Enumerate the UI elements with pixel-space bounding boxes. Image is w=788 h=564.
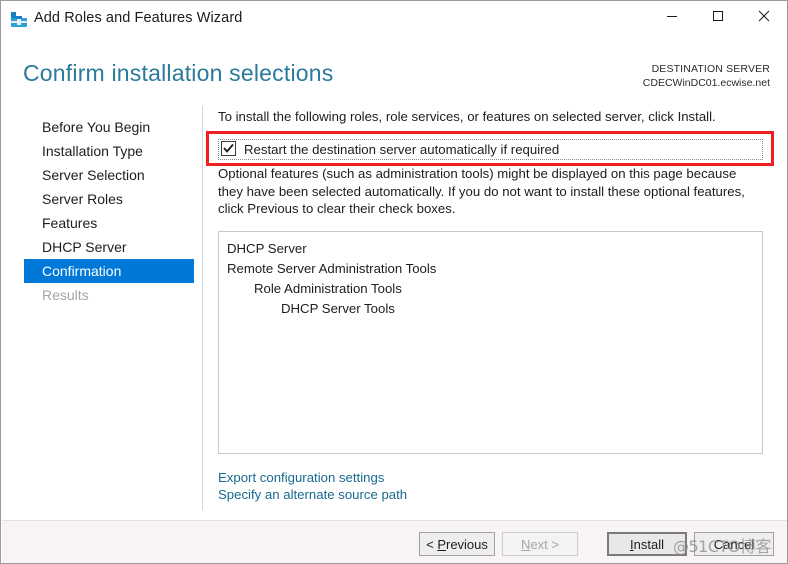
sidebar-item-before-you-begin[interactable]: Before You Begin — [24, 115, 194, 139]
restart-checkbox-row[interactable]: Restart the destination server automatic… — [218, 139, 763, 161]
checkmark-icon — [223, 143, 234, 153]
cancel-button[interactable]: Cancel — [694, 532, 774, 556]
selection-list[interactable]: DHCP Server Remote Server Administration… — [218, 231, 763, 454]
list-item: Remote Server Administration Tools — [227, 261, 437, 276]
wizard-body: Before You Begin Installation Type Serve… — [2, 101, 787, 520]
destination-server-label: DESTINATION SERVER — [651, 63, 770, 75]
destination-server-value: CDECWinDC01.ecwise.net — [642, 77, 770, 89]
optional-features-note: Optional features (such as administratio… — [218, 166, 745, 216]
close-button[interactable] — [741, 1, 787, 31]
wizard-footer: < Previous Next > Install Cancel — [2, 520, 787, 563]
sidebar-item-confirmation[interactable]: Confirmation — [24, 259, 194, 283]
previous-button[interactable]: < Previous — [419, 532, 495, 556]
minimize-icon — [667, 16, 677, 17]
wizard-navigation: Before You Begin Installation Type Serve… — [2, 101, 202, 520]
sidebar-item-results: Results — [42, 287, 89, 303]
wizard-window: Add Roles and Features Wizard Confirm in… — [0, 0, 788, 564]
install-button[interactable]: Install — [607, 532, 687, 556]
sidebar-divider — [202, 106, 203, 510]
instruction-text: To install the following roles, role ser… — [218, 109, 716, 124]
destination-server-block: DESTINATION SERVER CDECWinDC01.ecwise.ne… — [643, 62, 770, 90]
close-icon — [758, 10, 770, 22]
toolbox-icon — [10, 11, 28, 28]
list-item: DHCP Server — [227, 241, 307, 256]
page-title: Confirm installation selections — [23, 60, 334, 86]
minimize-button[interactable] — [649, 1, 695, 31]
sidebar-item-server-selection[interactable]: Server Selection — [24, 163, 194, 187]
list-item: DHCP Server Tools — [281, 301, 395, 316]
title-bar[interactable]: Add Roles and Features Wizard — [1, 1, 787, 37]
specify-alternate-source-path-link[interactable]: Specify an alternate source path — [218, 486, 407, 503]
restart-checkbox[interactable] — [221, 141, 236, 156]
next-button: Next > — [502, 532, 578, 556]
restart-checkbox-label: Restart the destination server automatic… — [244, 142, 560, 157]
window-title: Add Roles and Features Wizard — [34, 10, 243, 26]
page-header: Confirm installation selections DESTINAT… — [2, 38, 787, 101]
sidebar-item-server-roles[interactable]: Server Roles — [24, 187, 194, 211]
sidebar-item-features[interactable]: Features — [24, 211, 194, 235]
action-links: Export configuration settings Specify an… — [218, 469, 407, 503]
maximize-button[interactable] — [695, 1, 741, 31]
sidebar-item-installation-type[interactable]: Installation Type — [24, 139, 194, 163]
sidebar-item-dhcp-server[interactable]: DHCP Server — [24, 235, 194, 259]
list-item: Role Administration Tools — [254, 281, 402, 296]
maximize-icon — [713, 11, 723, 21]
export-configuration-settings-link[interactable]: Export configuration settings — [218, 469, 407, 486]
